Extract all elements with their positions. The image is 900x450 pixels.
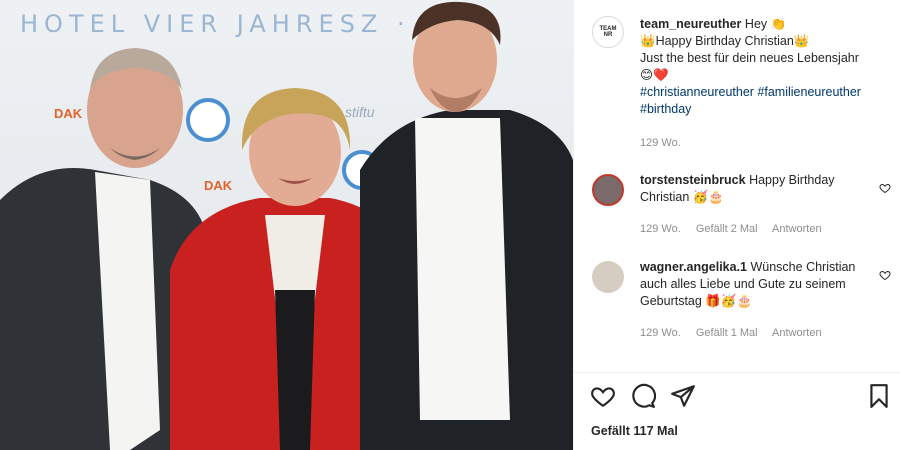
caption-hashtags[interactable]: #christianneureuther #familieneureuther …	[640, 85, 861, 116]
bookmark-icon[interactable]	[866, 383, 892, 409]
likes-count[interactable]: Gefällt 117 Mal	[591, 424, 678, 438]
caption-username[interactable]: team_neureuther	[640, 17, 741, 31]
caption-line: 😊❤️	[640, 68, 669, 82]
caption-text: team_neureuther Hey 👏 👑Happy Birthday Ch…	[640, 16, 890, 118]
comments-panel: TEAM NR team_neureuther Hey 👏 👑Happy Birt…	[573, 0, 900, 450]
comment-username[interactable]: torstensteinbruck	[640, 173, 746, 187]
comment-icon[interactable]	[630, 383, 656, 409]
avatar[interactable]	[592, 261, 624, 293]
comment-text: torstensteinbruck Happy Birthday Christi…	[640, 172, 862, 206]
caption-age: 129 Wo.	[640, 137, 681, 149]
heart-icon[interactable]	[879, 182, 891, 194]
caption-line: Hey 👏	[744, 17, 787, 31]
heart-icon[interactable]	[879, 269, 891, 281]
comment-text: wagner.angelika.1 Wünsche Christian auch…	[640, 259, 862, 310]
comment-meta: 129 Wo. Gefällt 1 Mal Antworten	[640, 327, 822, 339]
post-photo: HOTEL VIER JAHRESZ · KEM stiftu DAK DAK	[0, 0, 573, 450]
caption-line: 👑Happy Birthday Christian👑	[640, 34, 810, 48]
avatar[interactable]	[592, 174, 624, 206]
heart-icon[interactable]	[590, 383, 616, 409]
caption-line: Just the best für dein neues Lebensjahr	[640, 51, 859, 65]
avatar[interactable]: TEAM NR	[592, 16, 624, 48]
comment-username[interactable]: wagner.angelika.1	[640, 260, 747, 274]
action-bar: Gefällt 117 Mal	[574, 372, 900, 450]
person-right	[360, 1, 573, 450]
comment-meta: 129 Wo. Gefällt 2 Mal Antworten	[640, 223, 822, 235]
share-icon[interactable]	[670, 383, 696, 409]
